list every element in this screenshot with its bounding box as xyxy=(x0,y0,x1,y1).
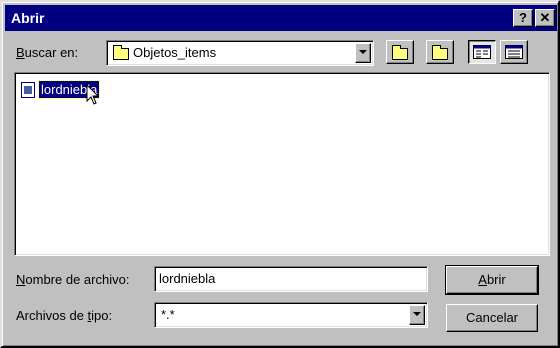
lookin-label: Buscar en: xyxy=(16,45,79,60)
help-button[interactable]: ? xyxy=(513,9,533,27)
file-icon xyxy=(21,82,35,98)
list-view-button[interactable] xyxy=(468,40,496,64)
new-folder-button[interactable] xyxy=(426,40,454,64)
filename-field[interactable]: lordniebla xyxy=(154,266,428,292)
title-bar[interactable]: Abrir ? ✕ xyxy=(5,5,557,31)
up-one-level-icon xyxy=(392,45,408,60)
lookin-value: Objetos_items xyxy=(133,45,217,60)
details-view-button[interactable] xyxy=(500,40,528,64)
cancel-button[interactable]: Cancelar xyxy=(446,304,538,332)
filetype-label: Archivos de tipo: xyxy=(16,308,113,323)
filetype-dropdown[interactable]: *.* xyxy=(154,302,428,328)
chevron-down-icon[interactable] xyxy=(355,43,371,63)
chevron-down-icon[interactable] xyxy=(409,305,425,325)
list-view-icon xyxy=(473,45,491,59)
mouse-cursor-icon xyxy=(86,84,100,105)
open-dialog: Abrir ? ✕ Buscar en: Objetos_items lordn… xyxy=(0,0,560,348)
filetype-value: *.* xyxy=(161,307,175,322)
up-one-level-button[interactable] xyxy=(386,40,414,64)
close-button[interactable]: ✕ xyxy=(535,9,555,27)
new-folder-icon xyxy=(432,45,448,60)
lookin-dropdown[interactable]: Objetos_items xyxy=(106,40,374,66)
details-view-icon xyxy=(505,45,523,59)
open-button[interactable]: Abrir xyxy=(445,265,539,295)
filename-label: Nombre de archivo: xyxy=(16,272,130,287)
folder-icon xyxy=(113,45,129,60)
window-title: Abrir xyxy=(11,10,45,26)
